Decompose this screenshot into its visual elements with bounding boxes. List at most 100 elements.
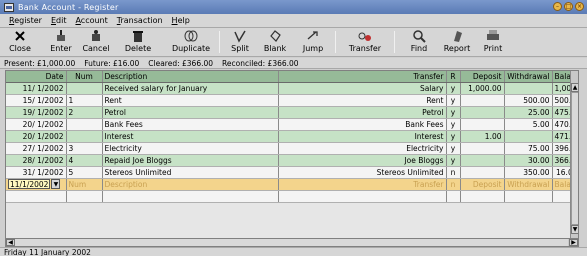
cell-date[interactable]: 15/ 1/2002 [6, 94, 67, 107]
table-row[interactable]: 19/ 1/2002 2 Petrol Petrol y 25.00 475.00 [6, 106, 578, 119]
col-description[interactable]: Description [102, 71, 279, 83]
cell-transfer[interactable]: Bank Fees [278, 118, 447, 131]
cell-description[interactable]: Rent [102, 94, 279, 107]
date-dropdown-icon[interactable]: ▼ [51, 179, 61, 189]
cell-date[interactable]: 20/ 1/2002 [6, 130, 67, 143]
cell-r[interactable]: y [446, 142, 461, 155]
cell-withdrawal[interactable] [504, 130, 553, 143]
cell-deposit[interactable] [460, 154, 505, 167]
r-input[interactable]: n [446, 178, 461, 191]
cell-withdrawal[interactable]: 25.00 [504, 106, 553, 119]
scroll-up-icon[interactable]: ▲ [571, 83, 578, 92]
menu-register[interactable]: Register [9, 16, 42, 25]
col-date[interactable]: Date [6, 71, 67, 83]
cell-description[interactable]: Repaid Joe Bloggs [102, 154, 279, 167]
table-row[interactable]: 31/ 1/2002 5 Stereos Unlimited Stereos Unli… [6, 166, 578, 179]
cell-r[interactable]: y [446, 94, 461, 107]
table-row[interactable]: 20/ 1/2002 Interest Interest y 1.00 471.00 [6, 130, 578, 143]
menu-edit[interactable]: Edit [51, 16, 67, 25]
cell-num[interactable]: 3 [66, 142, 103, 155]
cell-transfer[interactable]: Rent [278, 94, 447, 107]
cell-withdrawal[interactable]: 5.00 [504, 118, 553, 131]
cell-deposit[interactable]: 1,000.00 [460, 82, 505, 95]
cell-num[interactable] [66, 130, 103, 143]
cell-date[interactable]: 20/ 1/2002 [6, 118, 67, 131]
table-row[interactable]: 27/ 1/2002 3 Electricity Electricity y 75.00 3… [6, 142, 578, 155]
scroll-right-icon[interactable]: ▶ [569, 239, 578, 246]
cell-date[interactable]: 27/ 1/2002 [6, 142, 67, 155]
split-button[interactable]: Split [230, 29, 250, 56]
cell-description[interactable]: Stereos Unlimited [102, 166, 279, 179]
menu-transaction[interactable]: Transaction [117, 16, 163, 25]
cell-deposit[interactable] [460, 94, 505, 107]
cell-deposit[interactable]: 1.00 [460, 130, 505, 143]
close-button[interactable]: Close [8, 29, 32, 56]
cell-date[interactable]: 28/ 1/2002 [6, 154, 67, 167]
horizontal-scrollbar[interactable]: ◀ ▶ [5, 238, 579, 247]
cancel-button[interactable]: Cancel [82, 29, 110, 56]
find-button[interactable]: Find [408, 29, 430, 56]
cell-r[interactable]: y [446, 106, 461, 119]
minimize-icon[interactable]: – [553, 2, 562, 11]
cell-description[interactable]: Received salary for January [102, 82, 279, 95]
cell-r[interactable]: y [446, 130, 461, 143]
deposit-input[interactable]: Deposit [460, 178, 505, 191]
num-input[interactable]: Num [66, 178, 103, 191]
cell-transfer[interactable]: Petrol [278, 106, 447, 119]
menu-account[interactable]: Account [75, 16, 107, 25]
duplicate-button[interactable]: Duplicate [170, 29, 212, 56]
cell-deposit[interactable] [460, 142, 505, 155]
cell-num[interactable] [66, 82, 103, 95]
window-menu-icon[interactable] [4, 2, 14, 12]
cell-num[interactable] [66, 118, 103, 131]
cell-withdrawal[interactable]: 75.00 [504, 142, 553, 155]
table-row[interactable]: 11/ 1/2002 Received salary for January Sal… [6, 82, 578, 95]
col-deposit[interactable]: Deposit [460, 71, 505, 83]
new-transaction-row[interactable]: 11/1/2002 ▼ Num Description Transfer n Deposit… [6, 178, 578, 191]
table-row[interactable]: 15/ 1/2002 1 Rent Rent y 500.00 500.00 [6, 94, 578, 107]
cell-date[interactable]: 31/ 1/2002 [6, 166, 67, 179]
cell-date[interactable]: 11/ 1/2002 [6, 82, 67, 95]
cell-transfer[interactable]: Stereos Unlimited [278, 166, 447, 179]
cell-description[interactable]: Petrol [102, 106, 279, 119]
cell-transfer[interactable]: Interest [278, 130, 447, 143]
cell-r[interactable]: n [446, 166, 461, 179]
col-reconcile[interactable]: R [446, 71, 461, 83]
cell-transfer[interactable]: Electricity [278, 142, 447, 155]
cell-num[interactable]: 5 [66, 166, 103, 179]
cell-deposit[interactable] [460, 106, 505, 119]
cell-withdrawal[interactable]: 30.00 [504, 154, 553, 167]
cell-deposit[interactable] [460, 166, 505, 179]
col-num[interactable]: Num [66, 71, 103, 83]
transfer-button[interactable]: Transfer [348, 29, 382, 56]
scroll-left-icon[interactable]: ◀ [6, 239, 15, 246]
cell-num[interactable]: 2 [66, 106, 103, 119]
cell-num[interactable]: 4 [66, 154, 103, 167]
cell-withdrawal[interactable]: 350.00 [504, 166, 553, 179]
cell-num[interactable]: 1 [66, 94, 103, 107]
cell-transfer[interactable]: Salary [278, 82, 447, 95]
scroll-thumb[interactable] [571, 92, 578, 225]
report-button[interactable]: Report [443, 29, 471, 56]
cell-description[interactable]: Electricity [102, 142, 279, 155]
cell-deposit[interactable] [460, 118, 505, 131]
transfer-input[interactable]: Transfer [278, 178, 447, 191]
vertical-scrollbar[interactable]: ▲ ▼ [570, 71, 578, 247]
cell-r[interactable]: y [446, 154, 461, 167]
print-button[interactable]: Print [482, 29, 504, 56]
horizontal-scroll-thumb[interactable] [15, 239, 568, 246]
description-input[interactable]: Description [102, 178, 279, 191]
cell-date[interactable]: 19/ 1/2002 [6, 106, 67, 119]
scroll-down-icon[interactable]: ▼ [571, 225, 578, 234]
table-row[interactable]: 20/ 1/2002 Bank Fees Bank Fees y 5.00 470.00 [6, 118, 578, 131]
blank-button[interactable]: Blank [263, 29, 287, 56]
col-withdrawal[interactable]: Withdrawal [504, 71, 553, 83]
cell-description[interactable]: Interest [102, 130, 279, 143]
cell-description[interactable]: Bank Fees [102, 118, 279, 131]
col-transfer[interactable]: Transfer [278, 71, 447, 83]
enter-button[interactable]: Enter [48, 29, 74, 56]
cell-withdrawal[interactable]: 500.00 [504, 94, 553, 107]
delete-button[interactable]: Delete [124, 29, 152, 56]
jump-button[interactable]: Jump [302, 29, 324, 56]
withdrawal-input[interactable]: Withdrawal [504, 178, 553, 191]
